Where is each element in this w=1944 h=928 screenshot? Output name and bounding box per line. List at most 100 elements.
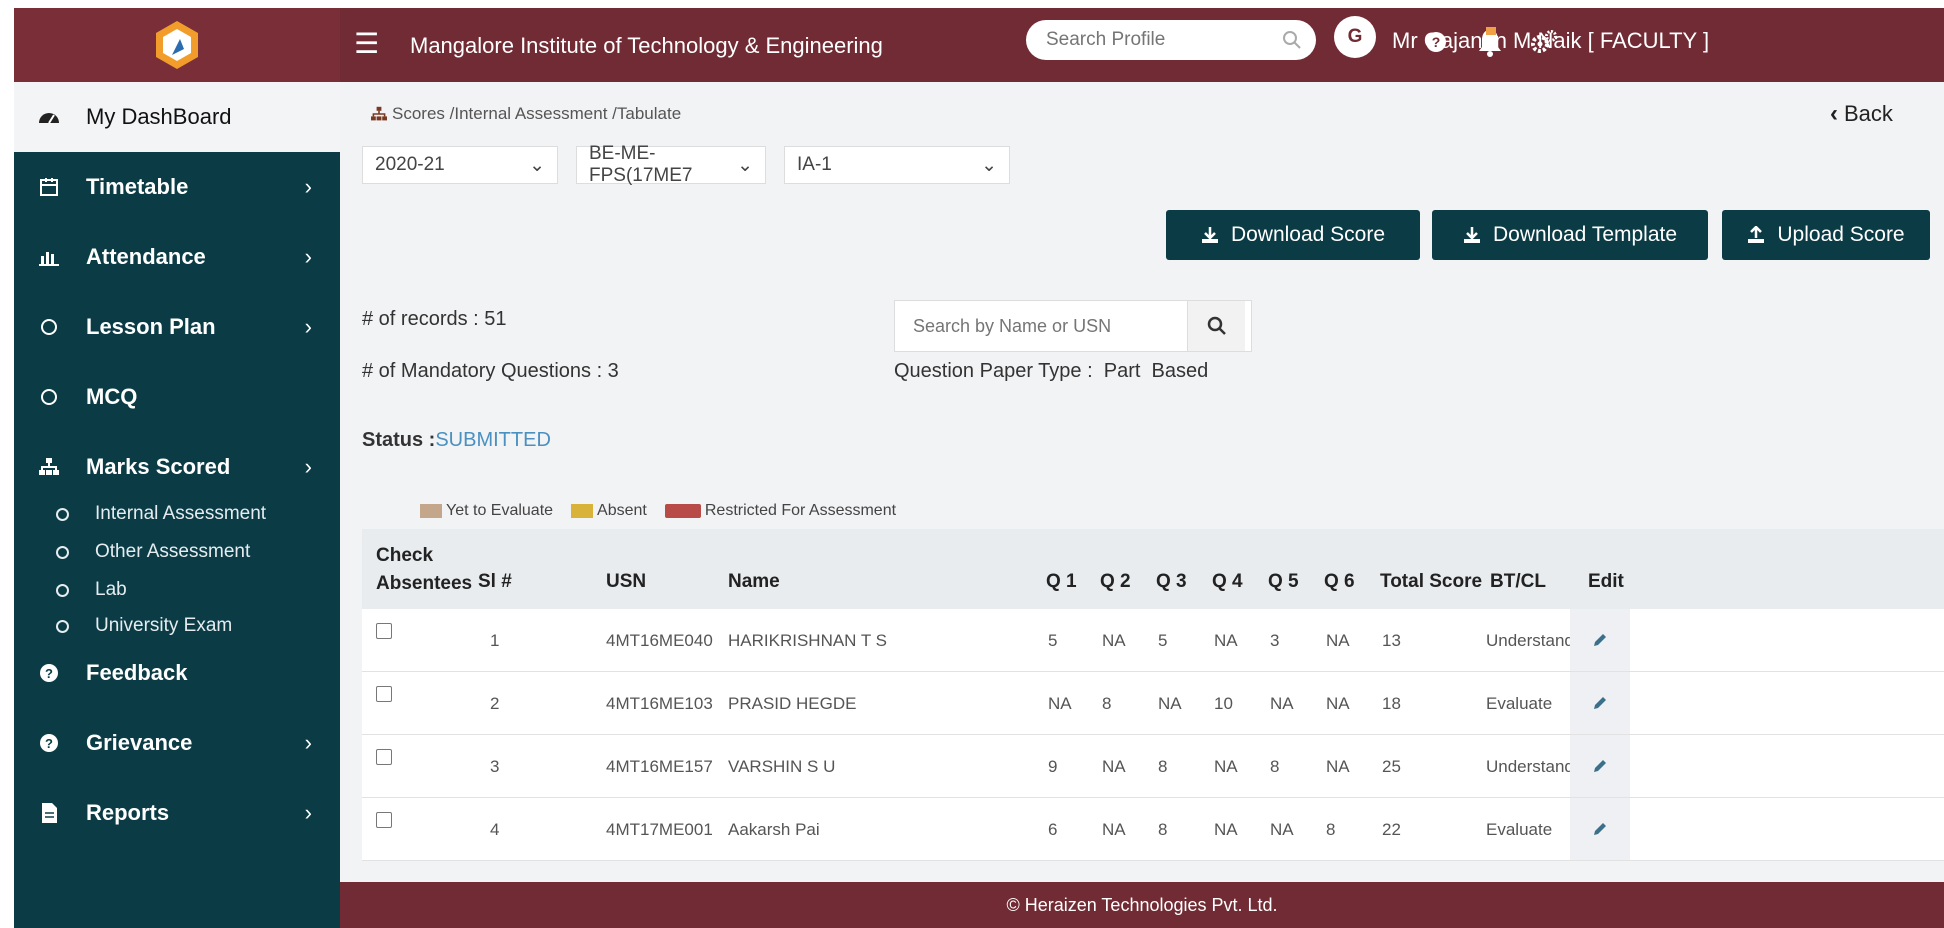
sidebar-item-grievance[interactable]: ? Grievance ›: [14, 708, 340, 778]
sidebar-item-lesson-plan[interactable]: Lesson Plan ›: [14, 292, 340, 362]
dashboard-icon: [34, 107, 64, 127]
cell-q3: NA: [1158, 694, 1182, 713]
cell-q3: 8: [1158, 757, 1168, 776]
legend-label: Restricted For Assessment: [704, 502, 897, 519]
cell-q2: NA: [1102, 631, 1126, 650]
sidebar-item-label: Attendance: [86, 244, 206, 269]
year-select-value: 2020-21: [375, 154, 445, 175]
search-name-usn-input[interactable]: [895, 315, 1187, 337]
file-icon: [34, 802, 64, 824]
sidebar-item-mcq[interactable]: MCQ: [14, 362, 340, 432]
calendar-icon: [34, 177, 64, 197]
col-usn: USN: [606, 571, 647, 592]
cell-q4: NA: [1214, 820, 1238, 839]
circle-icon: [56, 507, 69, 521]
table-row: 1 4MT16ME040 HARIKRISHNAN T S 5 NA 5 NA 3 NA 13 Un…: [362, 609, 1944, 672]
search-icon[interactable]: [1282, 30, 1302, 50]
sidebar-item-reports[interactable]: Reports ›: [14, 778, 340, 848]
settings-gear-icon[interactable]: [1528, 24, 1560, 60]
search-profile-box[interactable]: [1026, 20, 1316, 60]
course-select[interactable]: BE-ME-FPS(17ME7 ⌄: [576, 143, 766, 186]
cell-usn: 4MT16ME103: [606, 694, 713, 713]
sidebar-item-label: Grievance: [86, 730, 193, 755]
upload-score-button[interactable]: Upload Score: [1722, 210, 1930, 260]
table-body: 1 4MT16ME040 HARIKRISHNAN T S 5 NA 5 NA 3 NA 13 Un…: [362, 609, 1944, 861]
legend-item-restricted: Restricted For Assessment: [664, 502, 897, 520]
chevron-right-icon: ›: [304, 730, 312, 755]
absentee-checkbox[interactable]: [376, 686, 392, 702]
svg-text:?: ?: [45, 736, 53, 751]
back-button[interactable]: ‹ Back: [1830, 100, 1893, 128]
edit-button[interactable]: [1570, 672, 1630, 734]
menu-toggle-icon[interactable]: ☰: [354, 30, 379, 58]
sitemap-icon: [34, 457, 64, 477]
circle-icon: [56, 545, 69, 559]
legend: Yet to Evaluate Absent Restricted For As…: [420, 502, 914, 520]
header: ☰ Mangalore Institute of Technology & En…: [14, 8, 1944, 82]
upload-score-label: Upload Score: [1777, 223, 1905, 246]
pencil-icon: [1594, 760, 1606, 772]
cell-total: 25: [1382, 757, 1401, 776]
cell-q4: 10: [1214, 694, 1233, 713]
help-icon[interactable]: ?: [1420, 24, 1452, 60]
year-select[interactable]: 2020-21 ⌄: [362, 146, 558, 184]
absentee-checkbox[interactable]: [376, 623, 392, 639]
sidebar-subitem-lab[interactable]: Lab: [56, 570, 127, 610]
logo[interactable]: [14, 8, 340, 82]
download-template-button[interactable]: Download Template: [1432, 210, 1708, 260]
sidebar-subitem-internal-assessment[interactable]: Internal Assessment: [56, 494, 266, 534]
sidebar-item-label: Reports: [86, 800, 170, 825]
table-row: 3 4MT16ME157 VARSHIN S U 9 NA 8 NA 8 NA 25 Underst…: [362, 735, 1944, 798]
course-select-value: BE-ME-FPS(17ME7: [589, 143, 693, 186]
sidebar-subitem-label: Lab: [95, 579, 127, 600]
sidebar-subitem-other-assessment[interactable]: Other Assessment: [56, 532, 250, 572]
cell-name: PRASID HEGDE: [728, 694, 857, 713]
breadcrumb: Scores /Internal Assessment /Tabulate: [370, 104, 681, 124]
chevron-right-icon: ›: [304, 800, 312, 825]
chevron-left-icon: ‹: [1830, 100, 1838, 127]
col-sl: Sl #: [478, 571, 512, 592]
sidebar-item-label: Timetable: [86, 174, 189, 199]
col-label: Absentees: [376, 573, 473, 594]
download-icon: [1201, 227, 1218, 243]
col-q5: Q 5: [1268, 571, 1299, 592]
cell-q3: 8: [1158, 820, 1168, 839]
search-profile-input[interactable]: [1046, 29, 1266, 51]
search-button[interactable]: [1187, 301, 1245, 351]
col-edit: Edit: [1588, 571, 1624, 592]
edit-button[interactable]: [1570, 735, 1630, 797]
circle-icon: [56, 583, 69, 597]
institute-title: Mangalore Institute of Technology & Engi…: [410, 33, 883, 58]
absentee-checkbox[interactable]: [376, 749, 392, 765]
assessment-select[interactable]: IA-1 ⌄: [784, 146, 1010, 184]
col-name: Name: [728, 571, 780, 592]
edit-button[interactable]: [1570, 609, 1630, 671]
sidebar-item-label: MCQ: [86, 384, 138, 409]
notification-bell-icon[interactable]: [1474, 24, 1506, 60]
cell-total: 18: [1382, 694, 1401, 713]
table-header: Check Absentees Sl # USN Name Q 1 Q 2 Q …: [362, 529, 1944, 609]
cell-q6: NA: [1326, 757, 1350, 776]
table-row: 2 4MT16ME103 PRASID HEGDE NA 8 NA 10 NA NA 18 Eval…: [362, 672, 1944, 735]
sidebar-item-marks-scored[interactable]: Marks Scored ›: [14, 432, 340, 502]
cell-q2: NA: [1102, 820, 1126, 839]
sidebar-item-feedback[interactable]: ? Feedback: [14, 638, 340, 708]
search-name-usn[interactable]: [894, 300, 1252, 352]
pencil-icon: [1594, 634, 1606, 646]
download-score-button[interactable]: Download Score: [1166, 210, 1420, 260]
cell-usn: 4MT17ME001: [606, 820, 713, 839]
breadcrumb-text[interactable]: Scores /Internal Assessment /Tabulate: [392, 104, 681, 124]
cell-total: 13: [1382, 631, 1401, 650]
edit-button[interactable]: [1570, 798, 1630, 860]
sidebar-item-attendance[interactable]: Attendance ›: [14, 222, 340, 292]
col-total-score: Total Score: [1380, 571, 1483, 592]
sidebar-item-timetable[interactable]: Timetable ›: [14, 152, 340, 222]
cell-q1: 9: [1048, 757, 1058, 776]
avatar[interactable]: G: [1334, 16, 1376, 58]
chevron-down-icon: ⌄: [529, 154, 545, 176]
sidebar-item-dashboard[interactable]: My DashBoard: [14, 82, 340, 152]
absentee-checkbox[interactable]: [376, 812, 392, 828]
scores-table: Check Absentees Sl # USN Name Q 1 Q 2 Q …: [362, 529, 1944, 861]
col-q3: Q 3: [1156, 571, 1187, 592]
cell-btcl: Evaluate: [1486, 694, 1553, 713]
